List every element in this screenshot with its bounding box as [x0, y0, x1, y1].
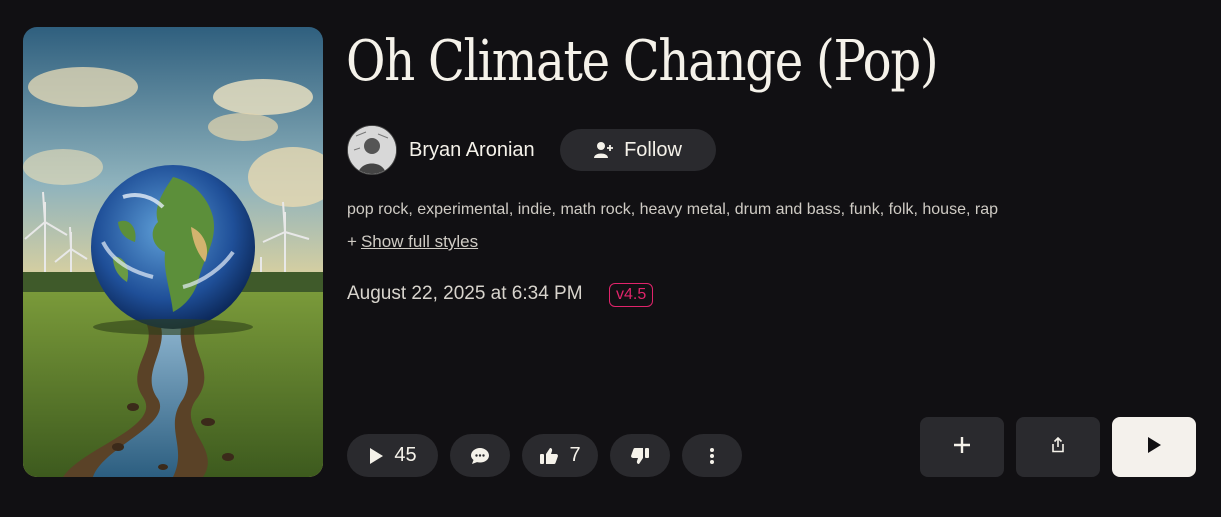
artist-name[interactable]: Bryan Aronian — [409, 139, 535, 162]
share-icon — [1051, 436, 1065, 458]
show-full-styles[interactable]: + Show full styles — [347, 232, 478, 252]
follow-label: Follow — [624, 138, 682, 161]
style-tags: pop rock, experimental, indie, math rock… — [347, 201, 998, 218]
add-to-playlist-button[interactable] — [920, 417, 1004, 477]
comment-icon — [470, 447, 490, 465]
play-count: 45 — [394, 444, 417, 466]
created-date: August 22, 2025 at 6:34 PM — [347, 283, 583, 304]
artist-link[interactable]: Bryan Aronian — [347, 125, 535, 175]
dislike-button[interactable] — [610, 434, 670, 477]
thumbs-down-icon — [630, 447, 650, 465]
play-icon — [368, 447, 384, 465]
model-version-badge: v4.5 — [609, 283, 654, 307]
song-title: Oh Climate Change (Pop) — [346, 29, 939, 94]
share-button[interactable] — [1016, 417, 1100, 477]
add-user-icon — [594, 141, 614, 159]
show-styles-link[interactable]: Show full styles — [361, 232, 478, 251]
plus-icon — [953, 436, 971, 459]
more-options-button[interactable] — [682, 434, 742, 477]
follow-button[interactable]: Follow — [560, 129, 716, 171]
cover-art[interactable] — [23, 27, 323, 477]
comments-button[interactable] — [450, 434, 510, 477]
avatar[interactable] — [347, 125, 397, 175]
show-styles-prefix: + — [347, 232, 357, 251]
plays-button[interactable]: 45 — [347, 434, 438, 477]
like-button[interactable]: 7 — [522, 434, 598, 477]
thumbs-up-icon — [539, 447, 559, 465]
more-vertical-icon — [709, 447, 715, 465]
play-icon — [1146, 436, 1162, 459]
play-button[interactable] — [1112, 417, 1196, 477]
like-count: 7 — [569, 444, 581, 466]
